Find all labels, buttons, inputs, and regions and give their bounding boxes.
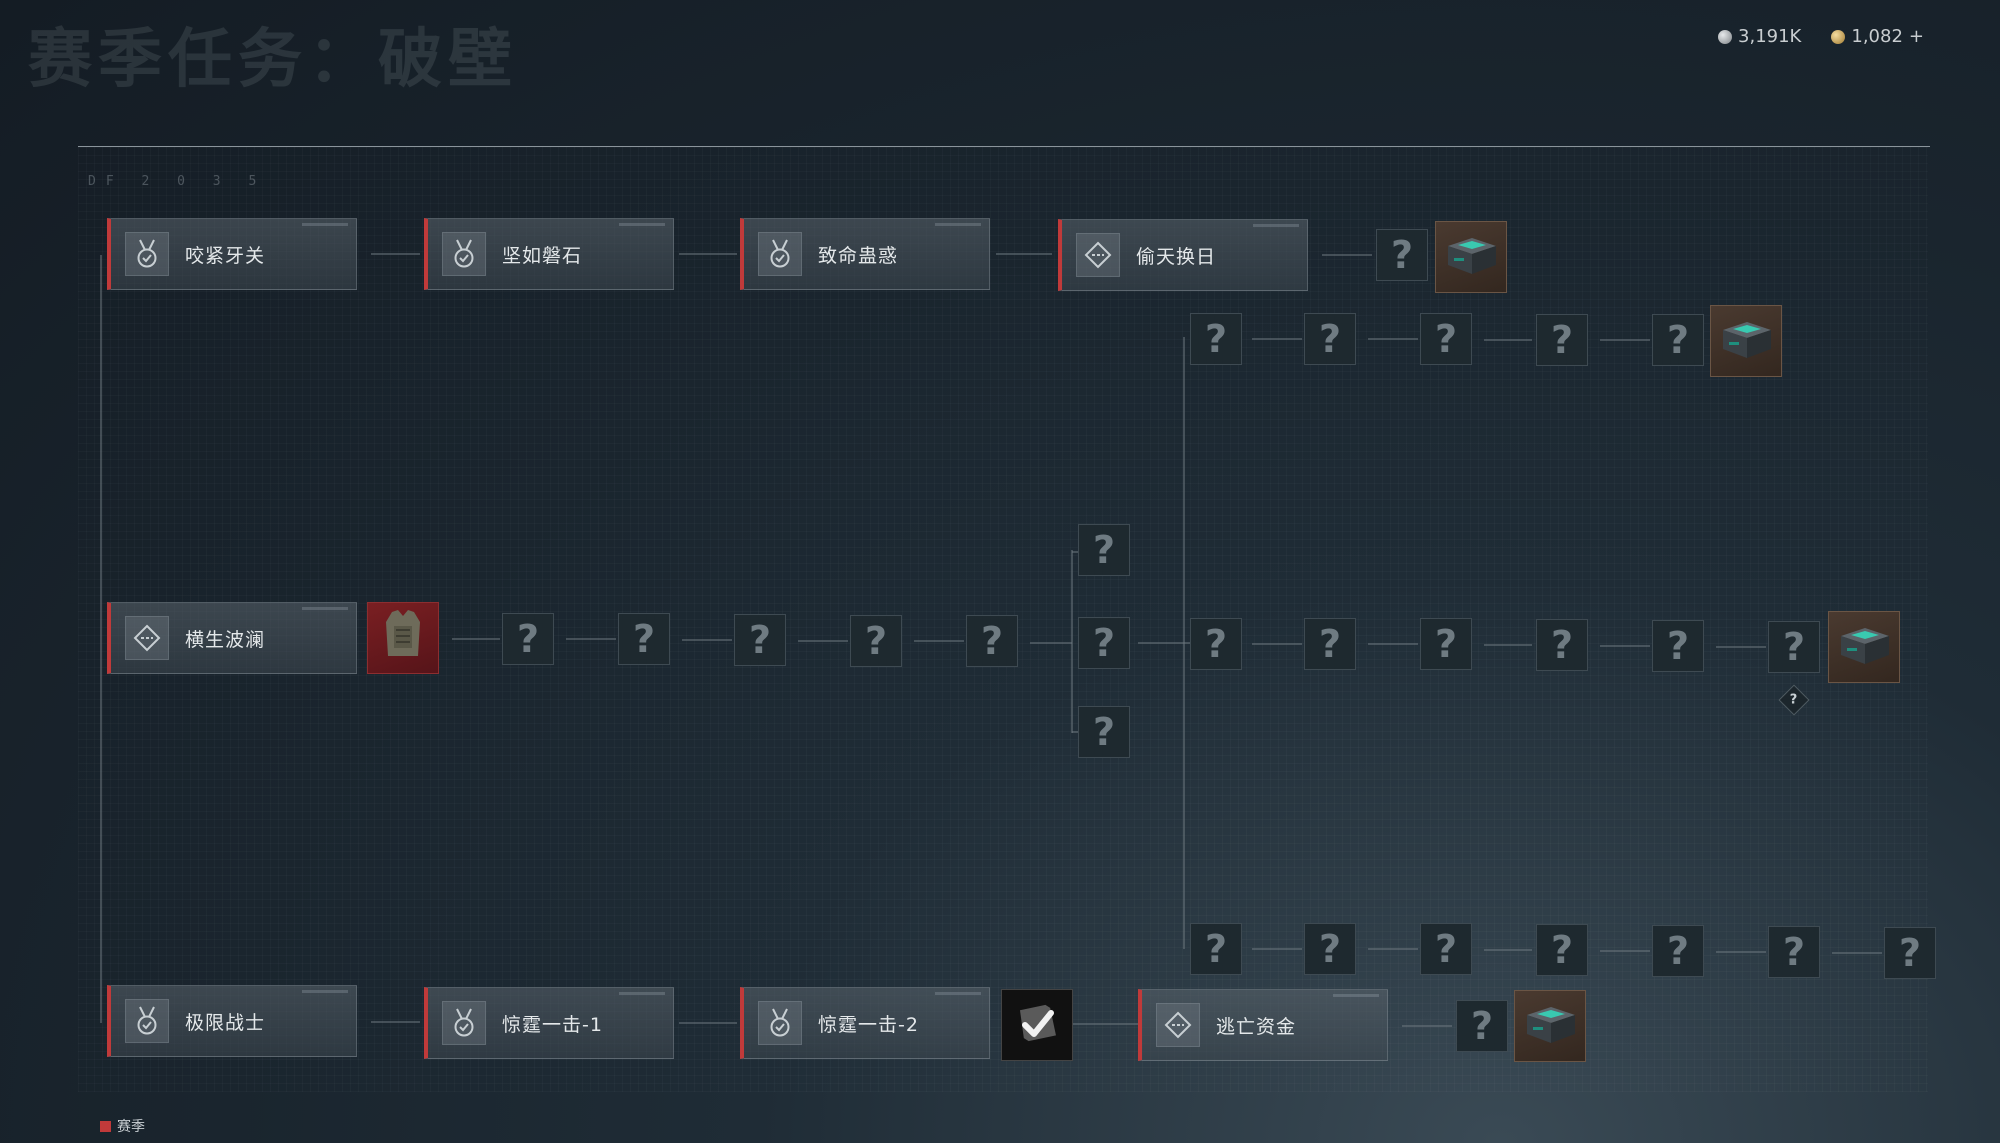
supply-crate-icon [1521,1001,1579,1051]
task-card-tab [619,223,665,226]
diamond-dots-icon [1156,1003,1200,1047]
unknown-node[interactable]: ? [502,613,554,665]
unknown-node[interactable]: ? [1652,925,1704,977]
unknown-node[interactable]: ? [1304,923,1356,975]
task-card-tab [1333,994,1379,997]
task-label: 逃亡资金 [1216,1015,1297,1038]
unknown-node[interactable]: ? [1652,620,1704,672]
supply-crate-icon [1835,622,1893,672]
supply-crate-icon [1442,232,1500,282]
hint-marker[interactable]: ? [1778,684,1810,716]
task-label: 偷天换日 [1136,245,1217,268]
unknown-node[interactable]: ? [966,615,1018,667]
unknown-node[interactable]: ? [1536,619,1588,671]
task-card[interactable]: 横生波澜 [107,602,357,674]
task-card-tab [302,990,348,993]
medal-check-icon [758,1001,802,1045]
unknown-node[interactable]: ? [1190,313,1242,365]
legend: 赛季 [100,1116,145,1136]
unknown-node[interactable]: ? [1078,706,1130,758]
task-card[interactable]: 惊霆一击-1 [424,987,674,1059]
task-label: 惊霆一击-1 [502,1013,603,1036]
unknown-node[interactable]: ? [1768,926,1820,978]
task-card-tab [935,223,981,226]
task-card[interactable]: 致命蛊惑 [740,218,990,290]
unknown-node[interactable]: ? [1190,923,1242,975]
unknown-node[interactable]: ? [1420,618,1472,670]
unknown-node[interactable]: ? [1884,927,1936,979]
unknown-node[interactable]: ? [1304,618,1356,670]
unknown-node[interactable]: ? [1078,617,1130,669]
task-label: 致命蛊惑 [818,244,899,267]
reward-tile[interactable] [1435,221,1507,293]
task-card[interactable]: 极限战士 [107,985,357,1057]
task-card[interactable]: 偷天换日 [1058,219,1308,291]
task-card-tab [619,992,665,995]
task-label: 坚如磐石 [502,244,583,267]
unknown-node[interactable]: ? [1456,1000,1508,1052]
diamond-dots-icon [1076,233,1120,277]
task-label: 咬紧牙关 [185,244,266,267]
task-card[interactable]: 坚如磐石 [424,218,674,290]
unknown-node[interactable]: ? [1420,313,1472,365]
unknown-node[interactable]: ? [1536,314,1588,366]
unknown-node[interactable]: ? [1768,621,1820,673]
unknown-node[interactable]: ? [618,613,670,665]
task-label: 极限战士 [185,1011,266,1034]
task-tree: 咬紧牙关 坚如磐石 致命蛊惑 偷天换日横生波澜极限战士 惊霆一击-1 惊霆一击-2 逃亡资金… [0,0,2000,1143]
reward-tile[interactable] [1514,990,1586,1062]
legend-swatch [100,1120,111,1132]
task-card-tab [935,992,981,995]
hint-symbol: ? [1790,692,1798,708]
task-label: 横生波澜 [185,628,266,651]
unknown-node[interactable]: ? [1078,524,1130,576]
unknown-node[interactable]: ? [1304,313,1356,365]
legend-label: 赛季 [117,1119,145,1135]
completed-reward-tile[interactable] [1001,989,1073,1061]
medal-check-icon [442,232,486,276]
task-label: 惊霆一击-2 [818,1013,919,1036]
unknown-node[interactable]: ? [1536,924,1588,976]
medal-check-icon [442,1001,486,1045]
unknown-node[interactable]: ? [1376,229,1428,281]
unknown-node[interactable]: ? [850,615,902,667]
task-card-tab [1253,224,1299,227]
medal-check-icon [758,232,802,276]
unknown-node[interactable]: ? [734,614,786,666]
checkmark-icon [1013,999,1061,1051]
task-card[interactable]: 咬紧牙关 [107,218,357,290]
task-card[interactable]: 惊霆一击-2 [740,987,990,1059]
medal-check-icon [125,232,169,276]
task-card[interactable]: 逃亡资金 [1138,989,1388,1061]
reward-tile[interactable] [367,602,439,674]
unknown-node[interactable]: ? [1652,314,1704,366]
unknown-node[interactable]: ? [1420,923,1472,975]
unknown-node[interactable]: ? [1190,618,1242,670]
task-card-tab [302,607,348,610]
diamond-dots-icon [125,616,169,660]
reward-tile[interactable] [1710,305,1782,377]
armor-vest-icon [380,608,426,668]
reward-tile[interactable] [1828,611,1900,683]
task-card-tab [302,223,348,226]
supply-crate-icon [1717,316,1775,366]
medal-check-icon [125,999,169,1043]
